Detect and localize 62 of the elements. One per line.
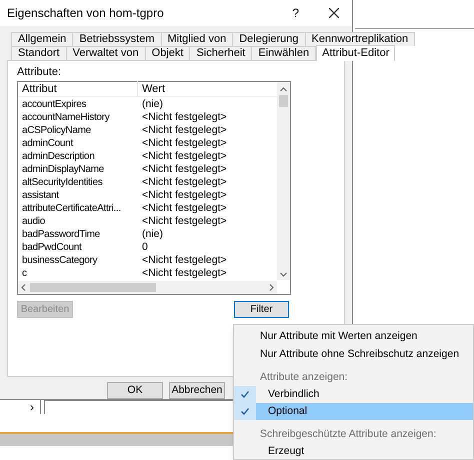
attributes-label: Attribute:	[17, 66, 62, 79]
tab[interactable]: Standort	[11, 46, 67, 60]
table-cell-text: attributeCertificateAttri...	[21, 202, 122, 215]
table-cell-text: adminDescription	[21, 150, 96, 163]
table-cell-text: (nie)	[141, 98, 164, 111]
table-cell-text: 0	[141, 241, 148, 254]
tab[interactable]: Objekt	[144, 46, 190, 60]
table-cell-text: adminCount	[21, 137, 74, 150]
table-cell-text: adminDisplayName	[21, 163, 105, 176]
table-cell-text: <Nicht festgelegt>	[141, 202, 227, 215]
scroll-thumb[interactable]	[30, 283, 156, 292]
menu-item[interactable]: Optional	[234, 403, 473, 420]
menu-item[interactable]: Nur Attribute ohne Schreibschutz anzeigen	[234, 345, 473, 363]
vertical-scrollbar[interactable]	[277, 82, 290, 280]
tab[interactable]: Betriebssystem	[72, 32, 162, 46]
table-cell-text: c	[21, 267, 28, 280]
scroll-left-icon[interactable]	[21, 284, 26, 291]
menu-item[interactable]: Verbindlich	[234, 386, 473, 403]
column-header[interactable]: Wert	[138, 80, 166, 98]
table-cell-text: accountNameHistory	[21, 111, 111, 124]
table-cell-text: <Nicht festgelegt>	[141, 111, 227, 124]
table-cell-text: <Nicht festgelegt>	[141, 189, 227, 202]
scroll-down-icon[interactable]	[280, 272, 287, 277]
table-cell-text: <Nicht festgelegt>	[141, 137, 227, 150]
tab[interactable]: Kennwortreplikation	[304, 32, 416, 46]
text-field[interactable]	[44, 400, 236, 414]
column-header[interactable]: Attribut	[18, 80, 138, 98]
table-cell-text: altSecurityIdentities	[21, 176, 104, 189]
dialog-button[interactable]: OK	[107, 382, 163, 399]
table-cell-text: <Nicht festgelegt>	[141, 124, 227, 137]
tab[interactable]: Einwählen	[251, 46, 316, 60]
scroll-right-icon[interactable]	[269, 284, 274, 291]
table-cell-text: <Nicht festgelegt>	[141, 150, 227, 163]
table-cell-text: aCSPolicyName	[21, 124, 92, 137]
chevron-text: ›	[30, 401, 34, 413]
menu-item[interactable]: Erzeugt	[234, 443, 473, 459]
window-title: Eigenschaften von hom-tgpro	[7, 5, 165, 22]
horizontal-scrollbar[interactable]	[18, 281, 277, 294]
table-cell-text: accountExpires	[21, 98, 88, 111]
menu-item[interactable]: Nur Attribute mit Werten anzeigen	[234, 327, 473, 345]
menu-header: Attribute anzeigen:	[259, 370, 349, 385]
tab[interactable]: Attribut-Editor	[316, 45, 396, 61]
close-icon[interactable]	[329, 8, 339, 18]
menu-header: Schreibgeschützte Attribute anzeigen:	[259, 427, 438, 442]
table-cell-text: <Nicht festgelegt>	[141, 176, 227, 189]
table-cell-text: <Nicht festgelegt>	[141, 163, 227, 176]
filter-button[interactable]: Filter	[234, 301, 289, 318]
table-cell-text: <Nicht festgelegt>	[141, 267, 227, 280]
scroll-up-icon[interactable]	[280, 87, 287, 92]
dialog-button[interactable]: Abbrechen	[169, 382, 225, 399]
table-cell-text: audio	[21, 215, 46, 228]
tab[interactable]: Mitglied von	[160, 32, 234, 46]
table-cell-text: badPasswordTime	[21, 228, 101, 241]
scroll-thumb[interactable]	[279, 95, 288, 107]
table-cell-text: badPwdCount	[21, 241, 83, 254]
tab[interactable]: Delegierung	[232, 32, 306, 46]
table-cell-text: assistant	[21, 189, 60, 202]
help-button[interactable]: ?	[292, 4, 299, 22]
table-cell-text: (nie)	[141, 228, 164, 241]
table-cell-text: businessCategory	[21, 254, 98, 267]
table-cell-text: <Nicht festgelegt>	[141, 254, 227, 267]
table-cell-text: <Nicht festgelegt>	[141, 215, 227, 228]
